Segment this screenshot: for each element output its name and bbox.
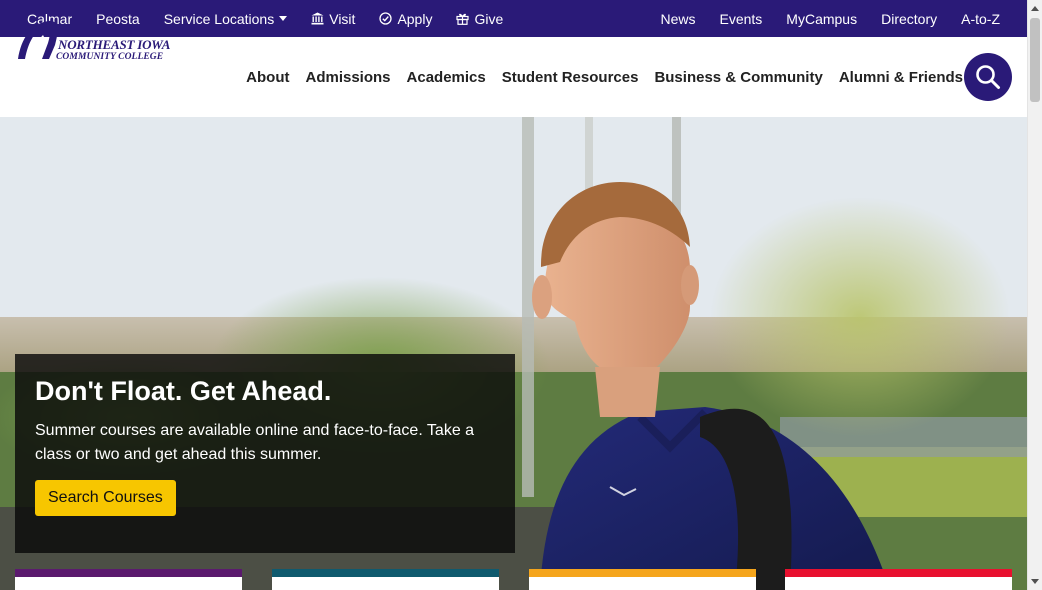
feature-card-3[interactable] bbox=[529, 569, 756, 590]
visit-link[interactable]: Visit bbox=[311, 0, 355, 37]
card-accent-bar bbox=[529, 569, 756, 577]
scroll-down-icon[interactable] bbox=[1031, 579, 1039, 584]
service-locations-label: Service Locations bbox=[163, 10, 275, 27]
nav-student-resources[interactable]: Student Resources bbox=[502, 69, 639, 86]
logo-line-1: NORTHEAST IOWA bbox=[58, 37, 171, 52]
check-circle-icon bbox=[379, 12, 393, 25]
nav-business-community[interactable]: Business & Community bbox=[654, 69, 822, 86]
hero-banner: Don't Float. Get Ahead. Summer courses a… bbox=[0, 117, 1027, 590]
page-scrollbar[interactable] bbox=[1027, 0, 1042, 590]
hero-text: Summer courses are available online and … bbox=[35, 422, 475, 463]
scroll-up-icon[interactable] bbox=[1031, 6, 1039, 11]
feature-card-4[interactable] bbox=[785, 569, 1012, 590]
caret-down-icon bbox=[279, 16, 288, 21]
a-to-z-link[interactable]: A-to-Z bbox=[961, 0, 1000, 37]
nav-about[interactable]: About bbox=[246, 69, 289, 86]
utility-right-links: News Events MyCampus Directory A-to-Z bbox=[636, 0, 1027, 37]
apply-link[interactable]: Apply bbox=[379, 0, 432, 37]
nav-admissions[interactable]: Admissions bbox=[305, 69, 390, 86]
nav-alumni-friends[interactable]: Alumni & Friends bbox=[839, 69, 963, 86]
search-icon bbox=[976, 65, 1000, 89]
feature-card-2[interactable] bbox=[272, 569, 499, 590]
card-accent-bar bbox=[785, 569, 1012, 577]
card-accent-bar bbox=[15, 569, 242, 577]
institution-icon bbox=[311, 12, 324, 25]
feature-card-1[interactable] bbox=[15, 569, 242, 590]
news-link[interactable]: News bbox=[660, 0, 695, 37]
card-accent-bar bbox=[272, 569, 499, 577]
apply-label: Apply bbox=[397, 10, 433, 27]
scroll-thumb[interactable] bbox=[1030, 18, 1040, 102]
mycampus-link[interactable]: MyCampus bbox=[786, 0, 857, 37]
search-button[interactable] bbox=[964, 53, 1012, 101]
give-label: Give bbox=[474, 10, 504, 27]
search-courses-button[interactable]: Search Courses bbox=[35, 480, 176, 516]
gift-icon bbox=[456, 12, 470, 25]
nav-academics[interactable]: Academics bbox=[407, 69, 486, 86]
give-link[interactable]: Give bbox=[456, 0, 503, 37]
directory-link[interactable]: Directory bbox=[881, 0, 937, 37]
events-link[interactable]: Events bbox=[719, 0, 762, 37]
main-navigation: About Admissions Academics Student Resou… bbox=[230, 37, 963, 117]
hero-title: Don't Float. Get Ahead. bbox=[35, 376, 332, 406]
service-locations-dropdown[interactable]: Service Locations bbox=[164, 0, 288, 37]
logo-line-2: COMMUNITY COLLEGE bbox=[56, 52, 164, 62]
visit-label: Visit bbox=[329, 10, 356, 27]
hero-panel: Don't Float. Get Ahead. Summer courses a… bbox=[15, 354, 515, 553]
